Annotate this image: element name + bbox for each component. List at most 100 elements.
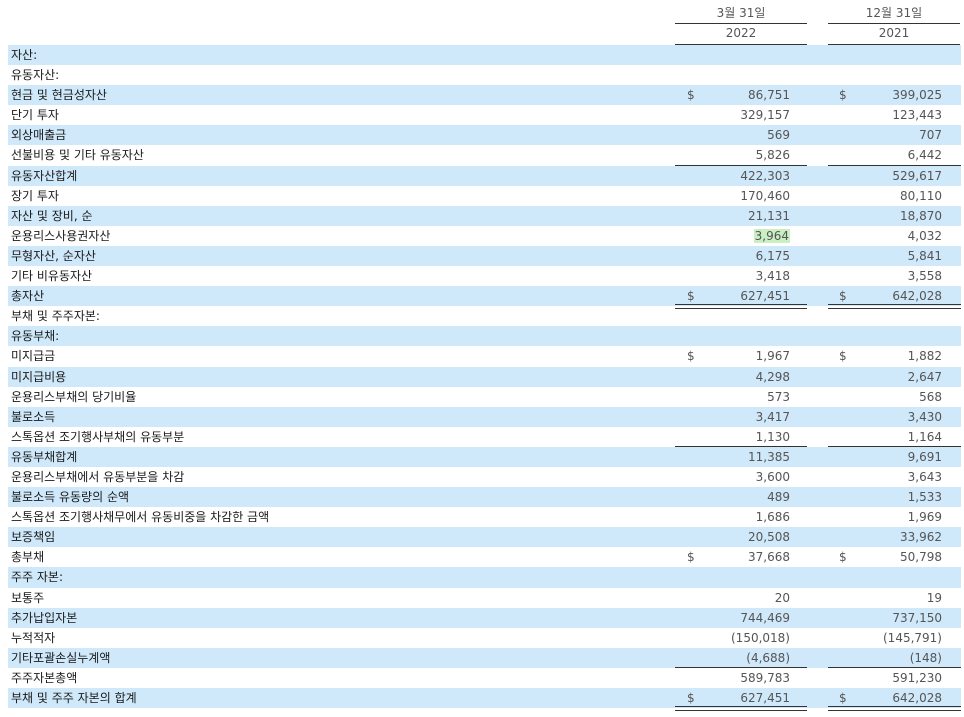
row-label: 운용리스사용권자산 bbox=[11, 228, 111, 243]
row-label: 불로소득 bbox=[11, 409, 56, 424]
row-label: 무형자산, 순자산 bbox=[11, 248, 96, 263]
value-2021: 399,025 bbox=[892, 88, 942, 103]
table-row: 미지급금 $ $1,967 1,882 bbox=[8, 346, 961, 366]
row-label: 부채 및 주주 자본의 합계 bbox=[11, 691, 137, 705]
table-row: 스톡옵션 조기행사부채의 유동부분 1,130 1,164 bbox=[8, 427, 961, 447]
value-2022: 627,451 bbox=[740, 691, 790, 705]
row-label: 주주 자본: bbox=[11, 570, 64, 585]
table-row: 무형자산, 순자산 6,175 5,841 bbox=[8, 245, 961, 267]
row-label: 미지급비용 bbox=[11, 369, 67, 384]
table-row: 선불비용 및 기타 유동자산 5,826 6,442 bbox=[8, 145, 961, 166]
value-2022: 21,131 bbox=[748, 208, 790, 223]
table-row: 부채 및 주주 자본의 합계 $ $627,451 642,028 bbox=[8, 688, 961, 712]
table-row: 보통주 20 19 bbox=[8, 588, 961, 608]
table-row: 불로소득 유동량의 순액 489 1,533 bbox=[8, 487, 961, 508]
row-label: 유동부채합계 bbox=[11, 449, 78, 464]
value-2021: 3,643 bbox=[907, 469, 942, 484]
value-2022: 329,157 bbox=[740, 108, 790, 123]
row-label: 미지급금 bbox=[11, 349, 56, 364]
value-2022: 20,508 bbox=[748, 530, 790, 545]
value-2022: 1,686 bbox=[755, 510, 790, 525]
value-2021: 6,442 bbox=[907, 148, 942, 163]
value-2021: 50,798 bbox=[900, 550, 942, 565]
table-row: 기타 비유동자산 3,418 3,558 bbox=[8, 266, 961, 286]
value-2022: 37,668 bbox=[748, 550, 790, 565]
value-2021: 1,164 bbox=[907, 429, 942, 444]
table-row: 주주 자본: bbox=[8, 567, 961, 588]
value-2021: (145,791) bbox=[883, 630, 942, 645]
row-label: 운용리스부채에서 유동부분을 차감 bbox=[11, 469, 185, 484]
row-label: 운용리스부채의 당기비율 bbox=[11, 389, 137, 404]
table-row: 보증책임 20,508 33,962 bbox=[8, 527, 961, 548]
row-label: 총부채 bbox=[11, 550, 45, 565]
row-label: 장기 투자 bbox=[11, 188, 59, 203]
value-2021: 737,150 bbox=[892, 610, 942, 625]
table-row: 유동자산합계 422,303 529,617 bbox=[8, 165, 961, 186]
value-2021: 3,430 bbox=[907, 409, 942, 424]
row-label: 보증책임 bbox=[11, 530, 56, 545]
value-2022: (150,018) bbox=[731, 630, 790, 645]
value-2022: 422,303 bbox=[740, 168, 790, 183]
value-2022: 573 bbox=[767, 389, 790, 404]
table-row: 외상매출금 569 707 bbox=[8, 125, 961, 146]
value-2022: 569 bbox=[767, 128, 790, 143]
value-2022: 86,751 bbox=[748, 88, 790, 103]
value-2022: 3,964 bbox=[688, 226, 790, 246]
table-row: 자산: bbox=[8, 45, 961, 66]
row-label: 선불비용 및 기타 유동자산 bbox=[11, 148, 144, 163]
value-2021: 19 bbox=[926, 590, 942, 605]
row-label: 스톡옵션 조기행사부채의 유동부분 bbox=[11, 429, 185, 444]
row-label: 부채 및 주주자본: bbox=[11, 309, 100, 324]
table-row: 총자산 $ $627,451 642,028 bbox=[8, 286, 961, 310]
value-2022: 3,600 bbox=[755, 469, 790, 484]
row-label: 유동부채: bbox=[11, 329, 60, 344]
value-2021: 33,962 bbox=[900, 530, 942, 545]
row-label: 유동자산합계 bbox=[11, 168, 78, 183]
value-2021: 642,028 bbox=[892, 289, 942, 304]
row-label: 주주자본총액 bbox=[11, 670, 78, 685]
row-label: 스톡옵션 조기행사채무에서 유동비중을 차감한 금액 bbox=[11, 510, 270, 525]
table-row: 장기 투자 170,460 80,110 bbox=[8, 186, 961, 206]
col1-year-header: 2022 bbox=[725, 26, 757, 40]
table-row: 부채 및 주주자본: bbox=[8, 306, 961, 326]
value-2021: 642,028 bbox=[892, 691, 942, 705]
row-label: 외상매출금 bbox=[11, 128, 67, 143]
value-2021: 80,110 bbox=[900, 188, 942, 203]
table-row: 운용리스부채에서 유동부분을 차감 3,600 3,643 bbox=[8, 467, 961, 487]
value-2022: 627,451 bbox=[740, 289, 790, 304]
total-double-rule bbox=[828, 706, 961, 712]
row-label: 추가납입자본 bbox=[11, 610, 78, 625]
table-row: 유동자산: bbox=[8, 65, 961, 85]
value-2022: 6,175 bbox=[755, 248, 790, 263]
col2-year-header: 2021 bbox=[878, 26, 910, 40]
value-2021: 18,870 bbox=[900, 208, 942, 223]
value-2021: 568 bbox=[919, 389, 942, 404]
value-2022: 20 bbox=[774, 590, 790, 605]
table-row: 미지급비용 4,298 2,647 bbox=[8, 366, 961, 387]
table-row: 현금 및 현금성자산 $ $86,751 399,025 bbox=[8, 85, 961, 106]
col1-period-header: 3월 31일 bbox=[716, 6, 766, 20]
table-row: 불로소득 3,417 3,430 bbox=[8, 406, 961, 427]
value-2021: 1,969 bbox=[907, 510, 942, 525]
table-row: 운용리스사용권자산 3,964 4,032 bbox=[8, 226, 961, 246]
row-label: 자산: bbox=[11, 48, 38, 62]
row-label: 불로소득 유동량의 순액 bbox=[11, 490, 130, 505]
value-2022: 170,460 bbox=[740, 188, 790, 203]
value-2021: 123,443 bbox=[892, 108, 942, 123]
value-2021: 5,841 bbox=[907, 248, 942, 263]
table-row: 유동부채: bbox=[8, 326, 961, 347]
value-2022: 5,826 bbox=[755, 148, 790, 163]
total-double-rule bbox=[675, 706, 807, 712]
value-2022: 1,130 bbox=[755, 429, 790, 444]
table-row: 누적적자 (150,018) (145,791) bbox=[8, 628, 961, 648]
table-row: 자산 및 장비, 순 21,131 18,870 bbox=[8, 205, 961, 226]
table-row: 주주자본총액 589,783 591,230 bbox=[8, 668, 961, 688]
row-label: 단기 투자 bbox=[11, 108, 59, 123]
row-label: 누적적자 bbox=[11, 630, 56, 645]
value-2022: 1,967 bbox=[755, 349, 790, 364]
value-2022: 4,298 bbox=[755, 369, 790, 384]
table-row: 총부채 $ $37,668 50,798 bbox=[8, 547, 961, 567]
table-row: 유동부채합계 11,385 9,691 bbox=[8, 446, 961, 467]
value-2021: 9,691 bbox=[907, 449, 942, 464]
value-2021: 4,032 bbox=[907, 228, 942, 243]
